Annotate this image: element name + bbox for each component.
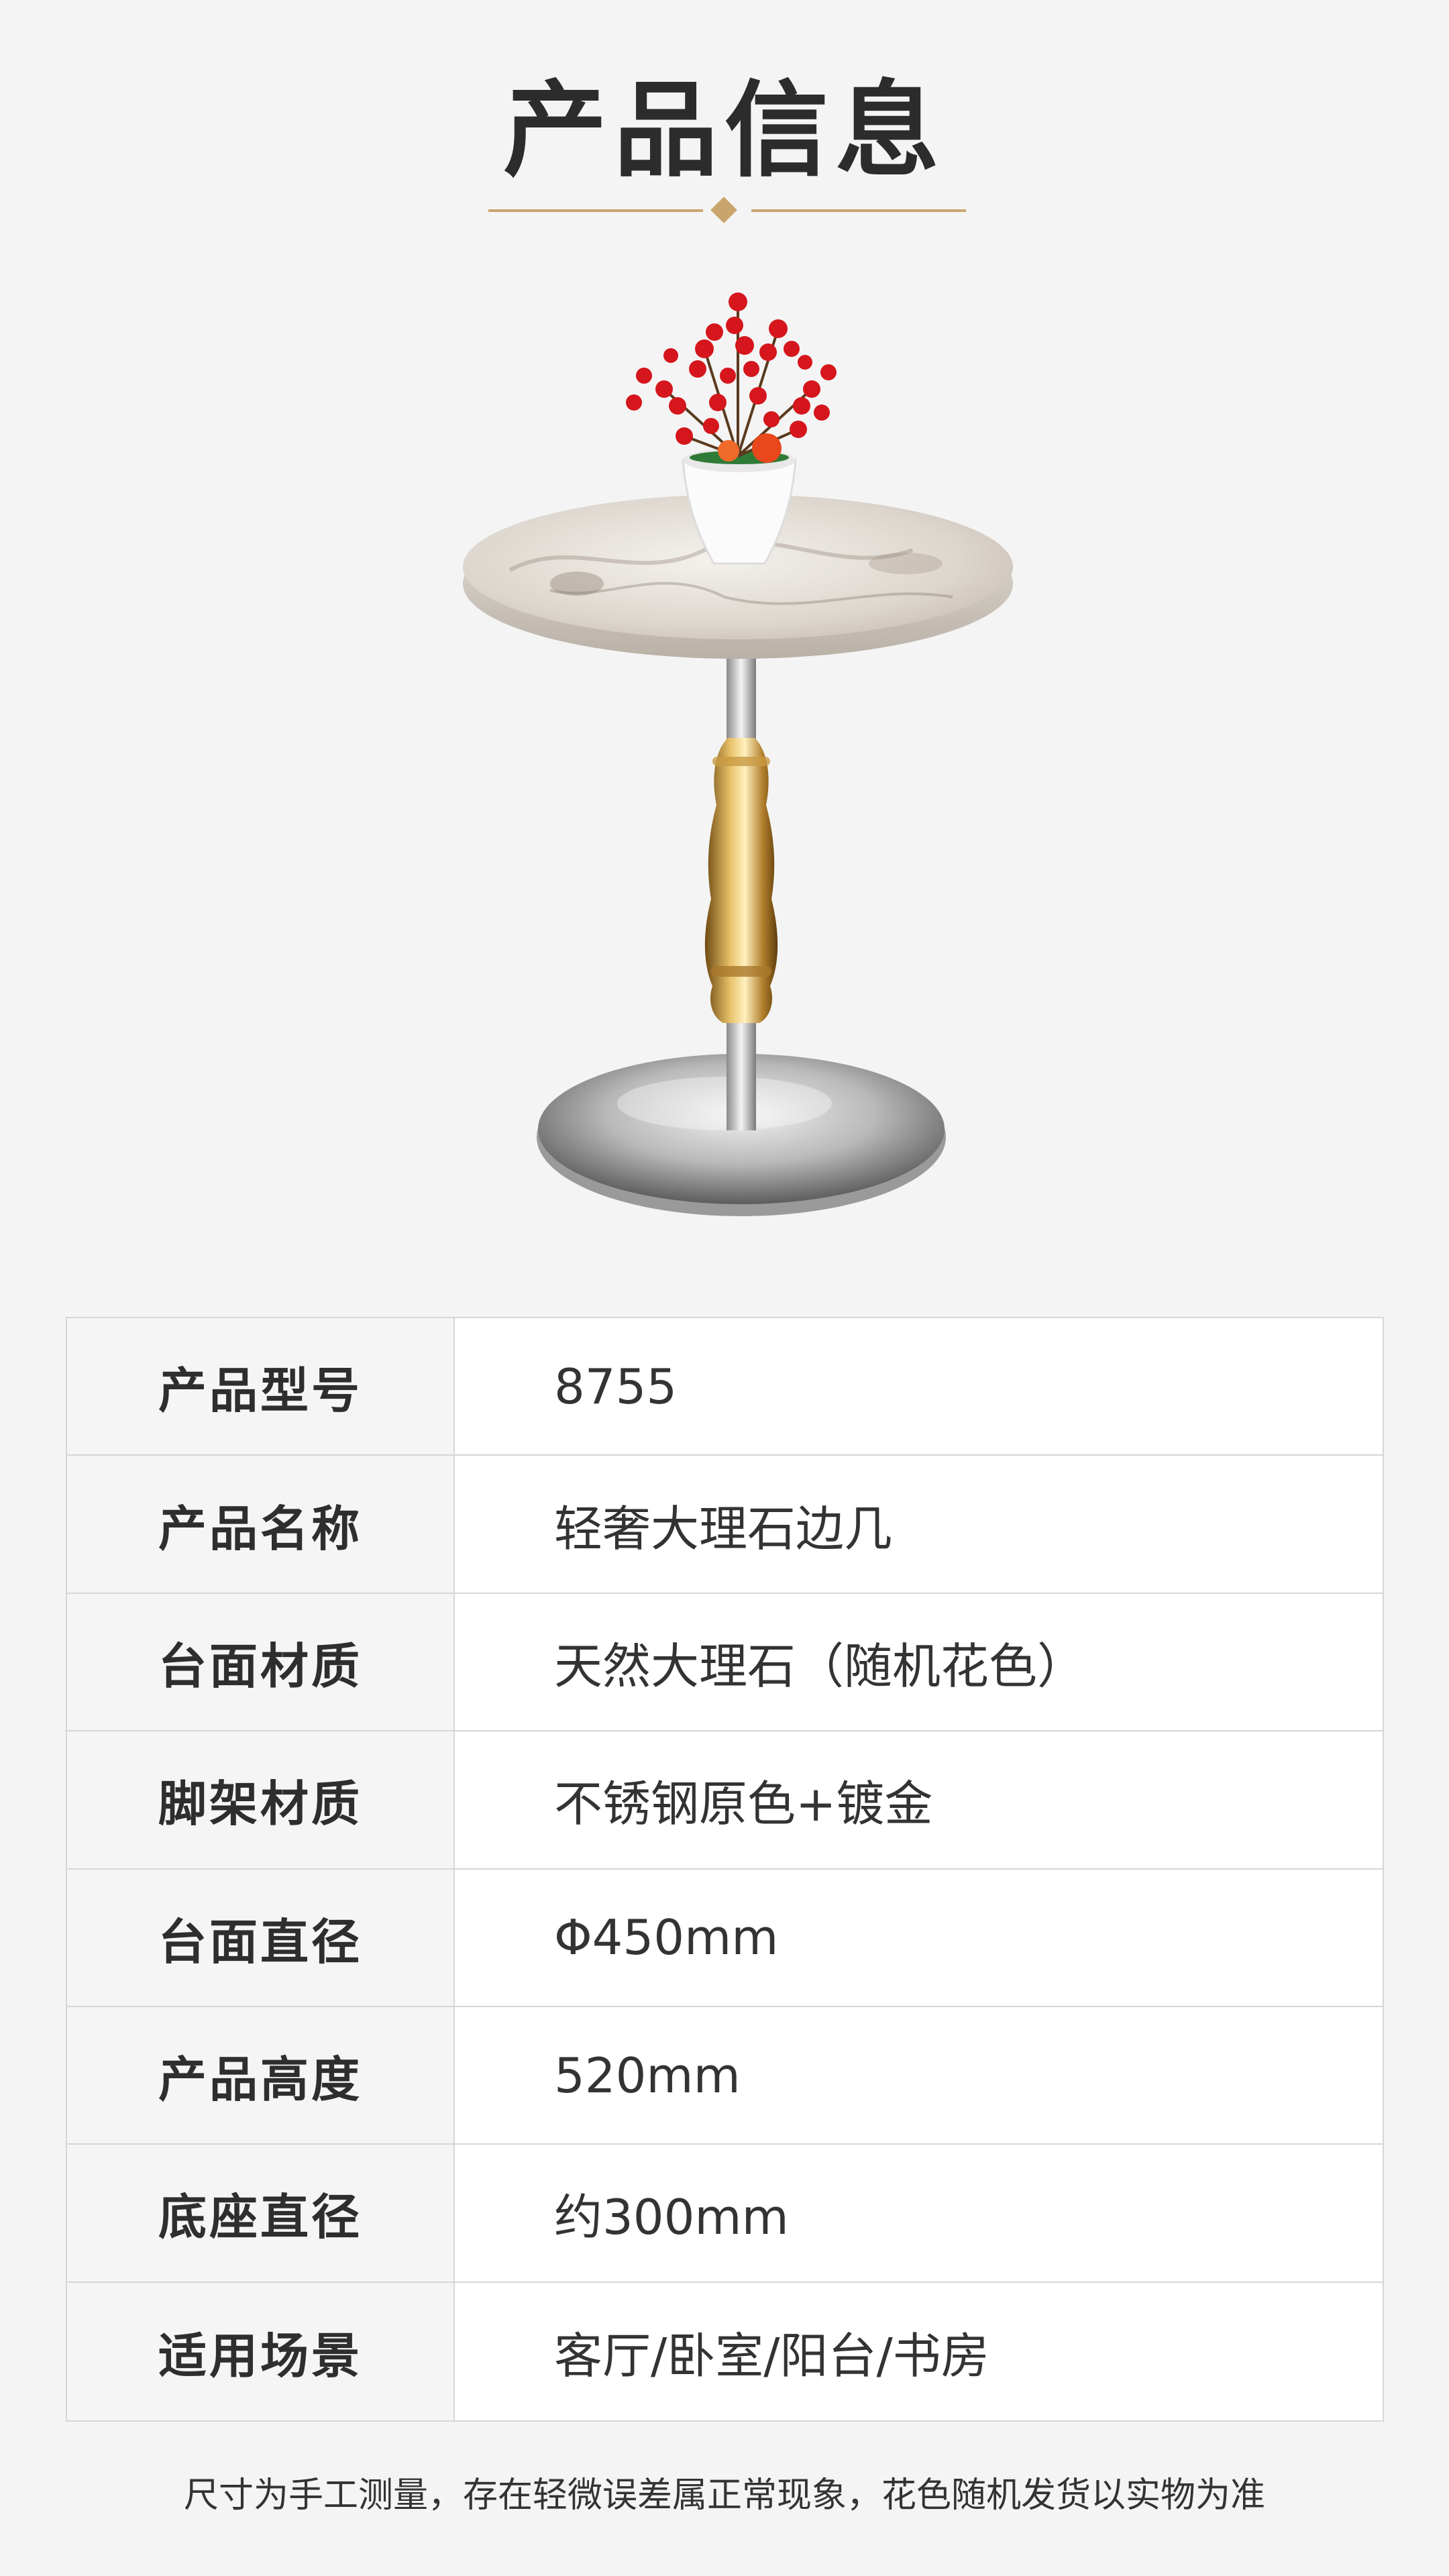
gold-baluster: [704, 738, 778, 1023]
spec-value: 8755: [455, 1318, 1383, 1456]
title-divider-right: [751, 209, 966, 212]
spec-label: 台面材质: [67, 1593, 455, 1732]
product-image: [463, 292, 1013, 1216]
spec-value: 520mm: [455, 2006, 1383, 2145]
diamond-ornament-icon: [710, 197, 737, 223]
spec-label: 台面直径: [67, 1869, 455, 2007]
spec-value: 客厅/卧室/阳台/书房: [455, 2282, 1383, 2420]
footnote: 尺寸为手工测量，存在轻微误差属正常现象，花色随机发货以实物为准: [183, 2475, 1265, 2516]
title-divider-left: [488, 209, 703, 212]
spec-table: 产品型号 8755 产品名称 轻奢大理石边几 台面材质 天然大理石（随机花色） 脚架材质 不锈…: [66, 1317, 1384, 2422]
spec-value: 天然大理石（随机花色）: [455, 1593, 1383, 1732]
spec-label: 产品型号: [67, 1318, 455, 1456]
spec-value: 不锈钢原色+镀金: [455, 1731, 1383, 1870]
spec-label: 产品名称: [67, 1456, 455, 1594]
spec-label: 脚架材质: [67, 1731, 455, 1870]
spec-label: 适用场景: [67, 2282, 455, 2420]
spec-label: 底座直径: [67, 2145, 455, 2283]
spec-value: 轻奢大理石边几: [455, 1456, 1383, 1594]
spec-value: Φ450mm: [455, 1869, 1383, 2007]
page-title: 产品信息: [503, 70, 946, 191]
spec-label: 产品高度: [67, 2006, 455, 2145]
berries: [626, 292, 837, 445]
spec-value: 约300mm: [455, 2145, 1383, 2283]
